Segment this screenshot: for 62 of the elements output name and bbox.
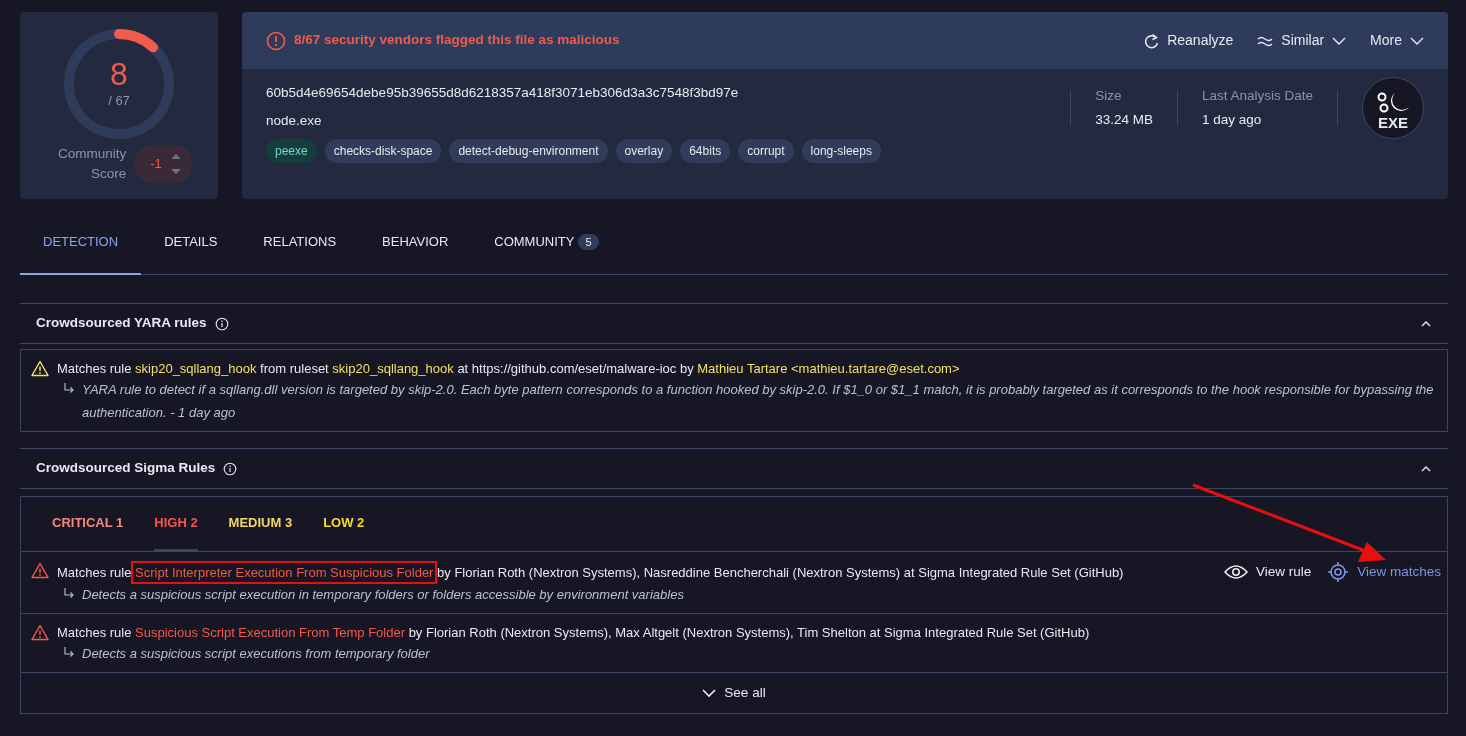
see-all-button[interactable]: See all xyxy=(696,673,772,713)
tab[interactable]: RELATIONS xyxy=(240,210,360,275)
reply-arrow-icon xyxy=(63,382,75,394)
eye-icon xyxy=(1223,564,1248,580)
rule-description: Detects a suspicious script executions from temporary folder xyxy=(82,645,430,663)
reply-arrow-icon xyxy=(63,646,75,658)
danger-icon xyxy=(31,562,49,579)
section-title: Crowdsourced Sigma Rules xyxy=(36,459,216,478)
community-score-label: Community Score xyxy=(56,145,127,183)
tag[interactable]: corrupt xyxy=(738,139,794,163)
tag[interactable]: overlay xyxy=(615,139,673,163)
target-icon xyxy=(1327,561,1350,583)
tab[interactable]: COMMUNITY 5 xyxy=(471,210,622,275)
detection-count: 8 xyxy=(110,57,128,92)
stat-value: 33.24 MB xyxy=(1095,111,1153,129)
severity-filter[interactable]: LOW 2 xyxy=(323,497,365,551)
tab[interactable]: DETAILS xyxy=(141,210,241,275)
stat-label: Size xyxy=(1095,86,1123,105)
link[interactable]: skip20_sqllang_hook xyxy=(135,361,257,376)
file-type-text: EXE xyxy=(1378,115,1408,131)
score-stepper[interactable]: -1 xyxy=(134,145,192,183)
reply-arrow-icon xyxy=(63,587,75,599)
section-title: Crowdsourced YARA rules xyxy=(36,314,207,333)
more-button[interactable]: More xyxy=(1370,30,1424,51)
link[interactable]: skip20_sqllang_hook xyxy=(332,361,454,376)
alert-message: 8/67 security vendors flagged this file as malicious xyxy=(294,31,621,50)
info-icon xyxy=(214,316,229,331)
rule-match-text: Matches rule Suspicious Script Execution From Temp Folder by Florian Roth (Nextron Systems), Max Altgelt (Nextron Systems), Tim Shelton at Sigma Integrated Rule Set (GitHub) xyxy=(57,624,1091,642)
stat-label: Last Analysis Date xyxy=(1201,86,1313,105)
total-count: / 67 xyxy=(108,92,130,111)
danger-icon xyxy=(31,624,49,641)
alert-icon xyxy=(266,30,286,51)
rule-description: YARA rule to detect if a sqllang.dll version is targeted by skip-2.0. Each byte pattern corresponds to a function hooked by skip-2.0. If $1_0 or $1_1 match, it is probably targeted as it corresponds to the hook responsible for bypassing the authentication. - 1 day ago xyxy=(82,381,1435,422)
severity-filter[interactable]: MEDIUM 3 xyxy=(228,497,293,551)
community-score-value: -1 xyxy=(150,155,162,174)
file-name: node.exe xyxy=(266,112,323,130)
tag[interactable]: long-sleeps xyxy=(801,139,881,163)
tag[interactable]: 64bits xyxy=(680,139,731,163)
view-matches-link[interactable]: View matches xyxy=(1327,561,1441,583)
severity-filter[interactable]: CRITICAL 1 xyxy=(52,497,124,551)
tag[interactable]: detect-debug-environment xyxy=(449,139,608,163)
rule-match-text: Matches rule Script Interpreter Execution From Suspicious Folder by Florian Roth (Nextron Systems), Nasreddine Bencherchali (Nextron Systems) at Sigma Integrated Rule Set (GitHub) xyxy=(57,562,1208,582)
rule-description: Detects a suspicious script execution in temporary folders or folders accessible by environment variables xyxy=(82,586,684,604)
rule-link[interactable]: Suspicious Script Execution From Temp Folder xyxy=(135,625,406,640)
vote-arrows-icon xyxy=(169,151,182,177)
tab[interactable]: BEHAVIOR xyxy=(359,210,472,275)
info-icon xyxy=(223,461,238,476)
tag[interactable]: checks-disk-space xyxy=(324,139,442,163)
reload-icon xyxy=(1143,32,1160,49)
severity-filter[interactable]: HIGH 2 xyxy=(154,497,198,551)
warning-icon xyxy=(31,360,49,377)
link[interactable]: Mathieu Tartare <mathieu.tartare@eset.com> xyxy=(697,361,960,376)
rule-match-text: Matches rule skip20_sqllang_hook from ruleset skip20_sqllang_hook at https://github.com/eset/malware-ioc by Mathieu Tartare <mathieu.tartare@eset.com> xyxy=(57,360,961,378)
tag[interactable]: peexe xyxy=(266,139,317,163)
tab[interactable]: DETECTION xyxy=(20,210,142,275)
count-badge: 5 xyxy=(578,233,599,250)
view-rule-button[interactable]: View rule xyxy=(1223,561,1312,583)
reload-button[interactable]: Reanalyze xyxy=(1143,30,1234,51)
file-hash: 60b5d4e69654debe95b39655d8d6218357a418f3071eb306d3a3c7548f3bd97e xyxy=(266,84,740,102)
chevron-down-icon xyxy=(702,686,717,700)
similar-button[interactable]: Similar xyxy=(1257,30,1347,51)
stat-value: 1 day ago xyxy=(1201,111,1263,129)
